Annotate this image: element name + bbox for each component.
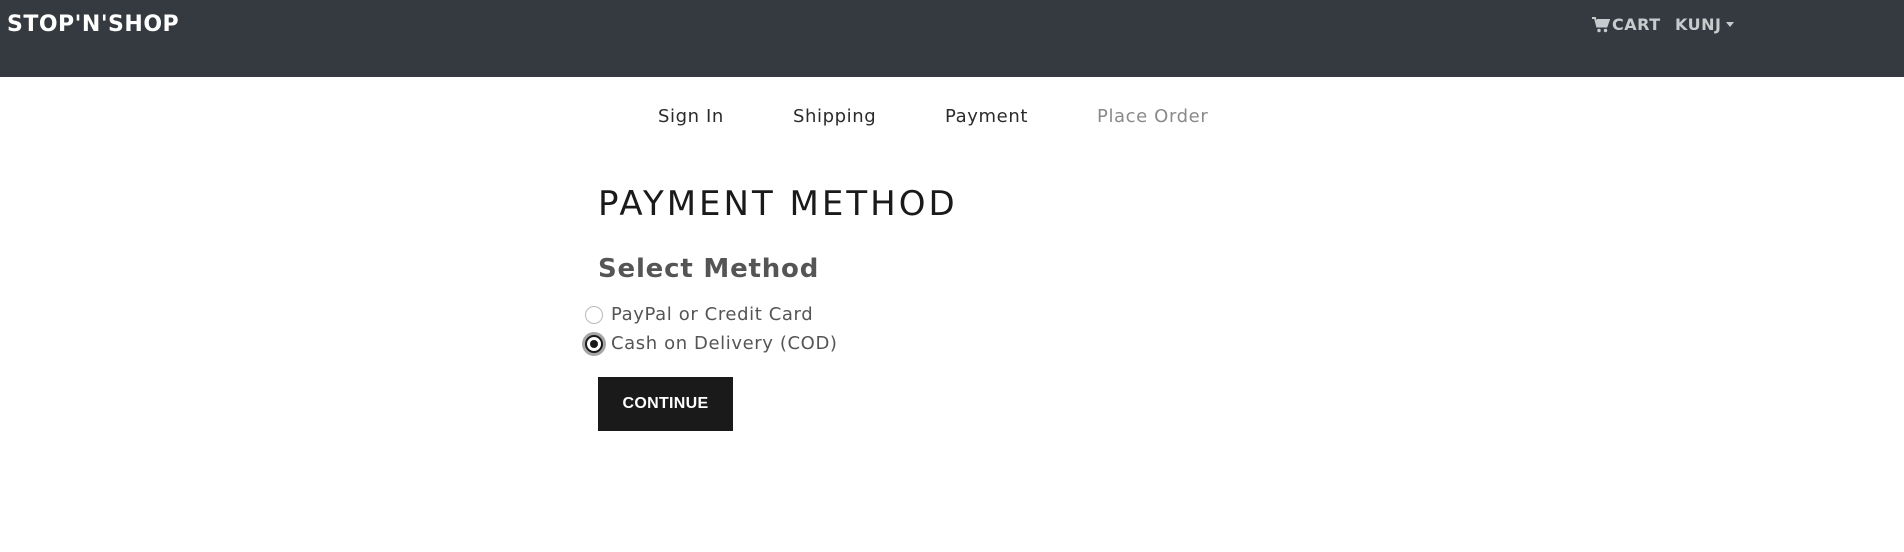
user-dropdown[interactable]: KUNJ	[1675, 15, 1735, 34]
step-place-order: Place Order	[1097, 106, 1209, 127]
page-title: PAYMENT METHOD	[598, 184, 958, 224]
select-method-label: Select Method	[598, 254, 820, 284]
cod-radio[interactable]	[585, 334, 603, 353]
cart-link[interactable]: CART	[1592, 15, 1661, 34]
user-name: KUNJ	[1675, 15, 1722, 34]
step-payment[interactable]: Payment	[945, 106, 1028, 127]
brand-link[interactable]: STOP'N'SHOP	[7, 12, 179, 37]
cart-label: CART	[1612, 15, 1661, 34]
checkout-steps: Sign In Shipping Payment Place Order	[0, 106, 1904, 130]
caret-down-icon	[1726, 22, 1735, 27]
step-sign-in[interactable]: Sign In	[658, 106, 724, 127]
paypal-radio[interactable]	[585, 305, 603, 324]
option-cod[interactable]: Cash on Delivery (COD)	[585, 333, 838, 354]
cod-label[interactable]: Cash on Delivery (COD)	[611, 333, 838, 354]
navbar: STOP'N'SHOP CART KUNJ	[0, 0, 1904, 77]
step-shipping[interactable]: Shipping	[793, 106, 876, 127]
continue-button[interactable]: CONTINUE	[598, 377, 733, 431]
cart-icon	[1592, 16, 1610, 32]
paypal-label[interactable]: PayPal or Credit Card	[611, 304, 813, 325]
option-paypal[interactable]: PayPal or Credit Card	[585, 304, 813, 325]
